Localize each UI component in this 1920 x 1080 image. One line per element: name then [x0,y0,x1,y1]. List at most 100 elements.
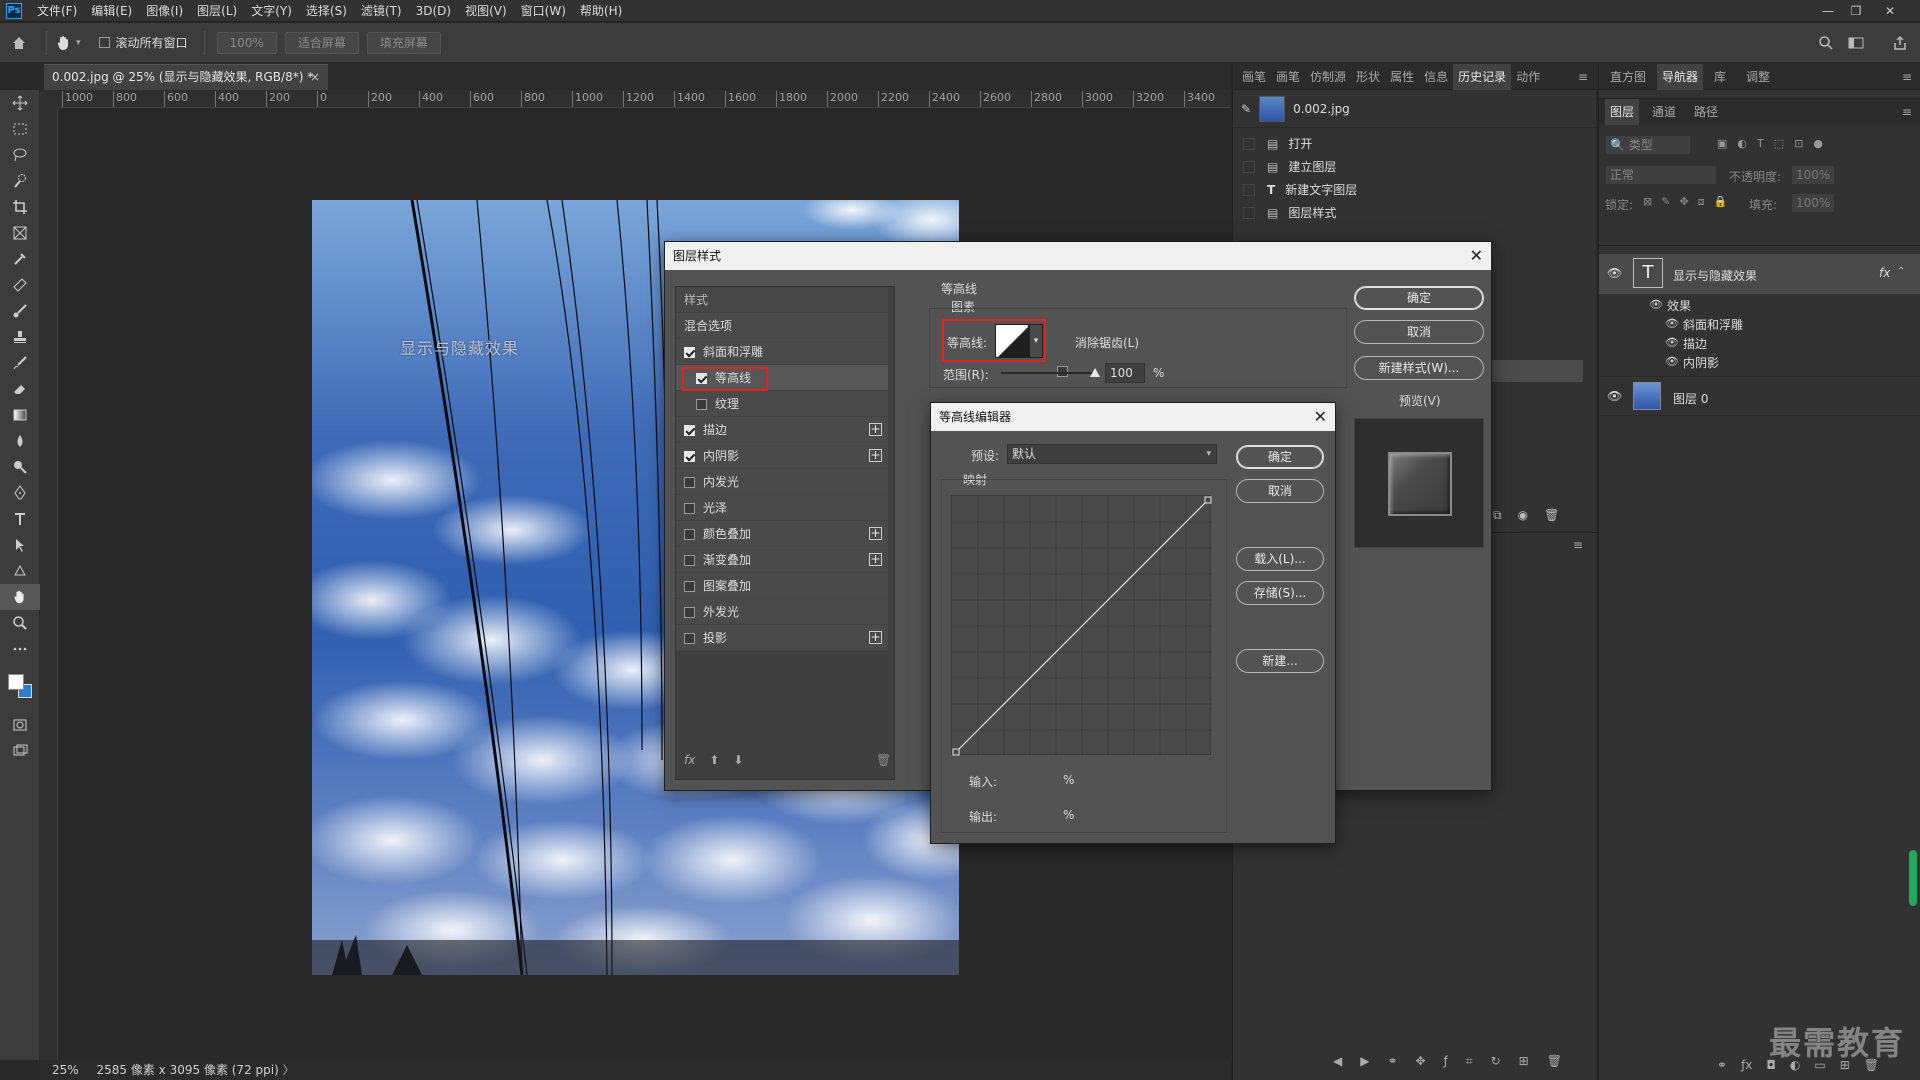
contour-editor-titlebar[interactable]: 等高线编辑器 ✕ [931,403,1335,431]
add-style-instance-icon[interactable]: + [869,527,882,540]
side-scroll-indicator[interactable] [1909,850,1917,906]
more-tools-icon[interactable] [0,636,40,662]
marquee-tool-icon[interactable] [0,116,40,142]
tab-layers[interactable]: 图层 [1605,99,1640,125]
layer-filter-select[interactable]: 🔍 类型 [1605,135,1691,155]
move-up-icon[interactable]: ⬆ [709,753,719,767]
type-filter-icon[interactable]: T [1757,137,1764,150]
effect-stroke[interactable]: 描边 [1683,335,1707,352]
style-item[interactable]: 外发光 [676,599,888,625]
menu-select[interactable]: 选择(S) [299,0,354,22]
tab-channels[interactable]: 通道 [1647,99,1681,125]
tab-navigator[interactable]: 导航器 [1657,64,1704,90]
fill-input[interactable]: 100% [1791,193,1835,213]
trash-icon[interactable]: 🗑 [1547,1054,1562,1069]
menu-3d[interactable]: 3D(D) [409,0,458,22]
zoom-100-button[interactable]: 100% [216,31,277,54]
image-layer-name[interactable]: 图层 0 [1673,390,1708,407]
brush-tool-icon[interactable] [0,298,40,324]
info-chevron-icon[interactable]: 〉 [283,1063,295,1077]
tab-info[interactable]: 信息 [1419,64,1453,90]
menu-image[interactable]: 图像(I) [139,0,190,22]
style-item-checkbox[interactable] [684,607,695,618]
tab-brushes[interactable]: 画笔 [1271,64,1305,90]
contour-cancel-button[interactable]: 取消 [1236,479,1324,503]
style-item[interactable]: 纹理 [676,391,888,417]
style-item[interactable]: 颜色叠加 + [676,521,888,547]
close-dialog-icon[interactable]: ✕ [1470,242,1483,270]
lock-artboard-icon[interactable]: ⧈ [1698,195,1705,209]
type-tool-icon[interactable] [0,506,40,532]
style-item[interactable]: 渐变叠加 + [676,547,888,573]
add-style-instance-icon[interactable]: + [869,449,882,462]
contour-ok-button[interactable]: 确定 [1236,445,1324,469]
scroll-all-checkbox[interactable] [98,37,110,48]
lock-transparent-icon[interactable]: ⊠ [1643,195,1652,209]
trash-icon[interactable]: 🗑 [1544,508,1559,523]
effect-eye-icon[interactable]: 👁 [1665,336,1679,349]
stamp-tool-icon[interactable] [0,324,40,350]
tab-libraries[interactable]: 库 [1709,64,1731,90]
restore-icon[interactable]: ❐ [1842,0,1870,22]
screen-mode-icon[interactable] [0,738,40,764]
refresh-icon[interactable]: ↻ [1491,1054,1501,1069]
menu-edit[interactable]: 编辑(E) [84,0,139,22]
shape-tool-icon[interactable] [0,558,40,584]
healing-tool-icon[interactable] [0,272,40,298]
add-style-instance-icon[interactable]: + [869,553,882,566]
play-icon[interactable]: ▶ [1360,1054,1369,1069]
curve-end-point[interactable] [1204,496,1212,504]
document-info[interactable]: 2585 像素 x 3095 像素 (72 ppi) [97,1063,279,1077]
new-document-from-state-icon[interactable]: ⧉ [1493,508,1502,523]
move-tool-icon[interactable] [0,90,40,116]
delete-style-icon[interactable]: 🗑 [876,753,891,767]
style-item[interactable]: 图案叠加 [676,573,888,599]
add-icon[interactable]: ⊞ [1519,1054,1529,1069]
history-brush-icon[interactable] [0,350,40,376]
fx-badge[interactable]: fx [1879,266,1890,280]
panel-menu-icon[interactable]: ≡ [1902,105,1912,119]
effect-bevel[interactable]: 斜面和浮雕 [1683,316,1743,333]
camera-icon[interactable]: ◉ [1518,508,1528,523]
dodge-tool-icon[interactable] [0,454,40,480]
range-slider-thumb[interactable] [1090,368,1100,377]
tab-histogram[interactable]: 直方图 [1605,64,1651,90]
contour-save-button[interactable]: 存储(S)... [1236,581,1324,605]
add-style-icon[interactable]: ƒx [1741,1058,1752,1072]
color-swatches[interactable] [0,662,40,712]
shape-filter-icon[interactable]: ⬚ [1774,137,1784,150]
home-icon[interactable] [0,35,38,51]
add-style-instance-icon[interactable]: + [869,631,882,644]
contour-load-button[interactable]: 载入(L)... [1236,547,1324,571]
panel-menu-icon[interactable]: ≡ [1902,70,1912,84]
history-item[interactable]: T 新建文字图层 [1233,178,1596,201]
quick-select-tool-icon[interactable] [0,168,40,194]
menu-file[interactable]: 文件(F) [30,0,84,22]
styles-header[interactable]: 样式 [676,287,888,313]
ok-button[interactable]: 确定 [1354,286,1484,310]
share-icon[interactable] [1892,35,1908,51]
fill-screen-button[interactable]: 填充屏幕 [366,31,441,54]
style-item-checkbox[interactable] [684,477,695,488]
menu-help[interactable]: 帮助(H) [573,0,629,22]
crop-icon[interactable]: ⌗ [1466,1054,1473,1069]
close-contour-editor-icon[interactable]: ✕ [1314,403,1327,431]
tab-history[interactable]: 历史记录 [1453,64,1512,90]
layer-row-image[interactable]: 👁 图层 0 [1599,376,1920,416]
link-icon[interactable]: ⚭ [1387,1054,1397,1069]
close-tab-icon[interactable]: × [310,65,320,89]
quick-mask-icon[interactable] [0,712,40,738]
blend-mode-select[interactable]: 正常 [1605,165,1717,185]
style-item[interactable]: 投影 + [676,625,888,651]
layer-style-titlebar[interactable]: 图层样式 ✕ [665,242,1491,270]
tab-brush-settings[interactable]: 画笔 [1237,64,1271,90]
style-item-checkbox[interactable] [684,451,695,462]
style-item-checkbox[interactable] [684,581,695,592]
panel-menu-icon[interactable]: ≡ [1578,70,1588,84]
lock-image-icon[interactable]: ✎ [1661,195,1670,209]
style-item[interactable]: 内阴影 + [676,443,888,469]
new-style-button[interactable]: 新建样式(W)... [1354,356,1484,380]
move-icon[interactable]: ✥ [1416,1054,1426,1069]
style-item-checkbox[interactable] [684,529,695,540]
zoom-level[interactable]: 25% [52,1063,79,1077]
